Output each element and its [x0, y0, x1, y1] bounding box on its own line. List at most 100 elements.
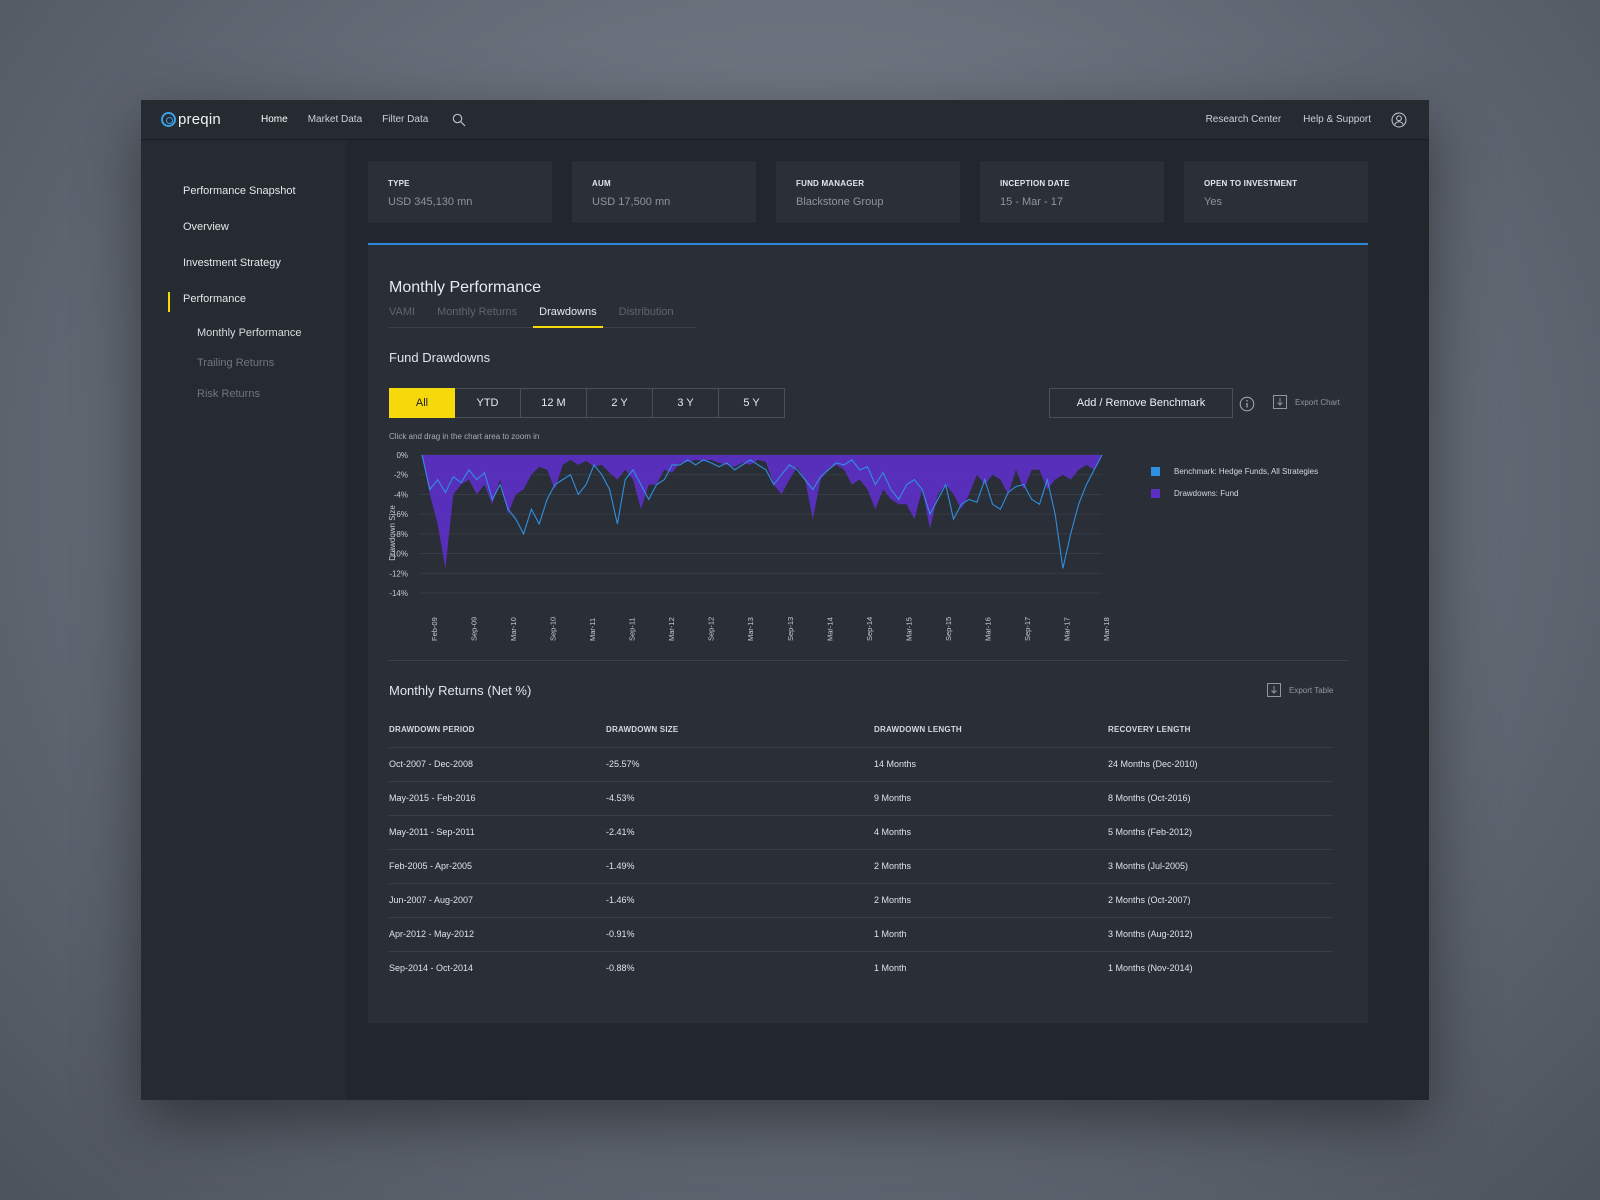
- x-tick-label: Sep-10: [549, 617, 558, 641]
- table-cell: -1.49%: [606, 849, 874, 884]
- logo[interactable]: preqin: [161, 111, 241, 128]
- info-value: USD 345,130 mn: [388, 196, 473, 208]
- drawdown-chart[interactable]: Drawdown Size 0%-2%-4%-6%-8%-10%-12%-14%…: [368, 445, 1128, 655]
- table-row: Jun-2007 - Aug-2007 -1.46% 2 Months 2 Mo…: [389, 883, 1333, 918]
- sidebar-item-investment-strategy[interactable]: Investment Strategy: [183, 257, 281, 269]
- info-card-aum: AUM USD 17,500 mn: [572, 161, 756, 223]
- drawdown-table: DRAWDOWN PERIOD DRAWDOWN SIZE DRAWDOWN L…: [389, 713, 1333, 985]
- nav-research-center[interactable]: Research Center: [1206, 114, 1282, 125]
- export-chart-button[interactable]: Export Chart: [1273, 395, 1340, 409]
- table-cell: 14 Months: [874, 747, 1108, 782]
- table-header-row: DRAWDOWN PERIOD DRAWDOWN SIZE DRAWDOWN L…: [389, 713, 1333, 748]
- nav-market-data[interactable]: Market Data: [308, 114, 362, 125]
- download-icon: [1267, 683, 1281, 697]
- nav-filter-data[interactable]: Filter Data: [382, 114, 428, 125]
- range-2y-button[interactable]: 2 Y: [587, 388, 653, 418]
- x-tick-label: Sep-15: [944, 617, 953, 641]
- column-header[interactable]: DRAWDOWN PERIOD: [389, 713, 606, 748]
- sidebar-subitem-monthly-performance[interactable]: Monthly Performance: [197, 327, 302, 339]
- info-label: AUM: [592, 179, 611, 188]
- table-cell: -0.91%: [606, 917, 874, 952]
- chart-legend: Benchmark: Hedge Funds, All Strategies D…: [1151, 467, 1318, 511]
- info-value: Yes: [1204, 196, 1222, 208]
- table-cell: 8 Months (Oct-2016): [1108, 781, 1333, 816]
- y-tick-label: -8%: [394, 530, 408, 539]
- info-card-open-to-investment: OPEN TO INVESTMENT Yes: [1184, 161, 1368, 223]
- table-cell: 1 Months (Nov-2014): [1108, 963, 1193, 974]
- table-cell: -0.88%: [606, 963, 635, 974]
- legend-swatch-fund: [1151, 489, 1160, 498]
- x-tick-label: Sep-11: [628, 617, 637, 641]
- table-row: May-2011 - Sep-2011 -2.41% 4 Months 5 Mo…: [389, 815, 1333, 850]
- brand-name: preqin: [178, 111, 221, 128]
- table-cell: 4 Months: [874, 815, 1108, 850]
- column-header[interactable]: DRAWDOWN LENGTH: [874, 713, 1108, 748]
- x-tick-label: Mar-11: [588, 618, 597, 641]
- legend-item-fund[interactable]: Drawdowns: Fund: [1151, 489, 1318, 498]
- table-cell: 2 Months: [874, 849, 1108, 884]
- table-cell: May-2015 - Feb-2016: [389, 781, 606, 816]
- range-ytd-button[interactable]: YTD: [455, 388, 521, 418]
- info-icon[interactable]: [1239, 396, 1255, 412]
- table-cell: Oct-2007 - Dec-2008: [389, 747, 606, 782]
- export-table-button[interactable]: Export Table: [1267, 683, 1333, 697]
- table-section-title: Monthly Returns (Net %): [389, 683, 532, 698]
- y-tick-label: -12%: [389, 569, 408, 578]
- range-3y-button[interactable]: 3 Y: [653, 388, 719, 418]
- column-header[interactable]: DRAWDOWN SIZE: [606, 713, 874, 748]
- table-cell: 2 Months: [874, 883, 1108, 918]
- tab-distribution[interactable]: Distribution: [619, 306, 674, 327]
- table-cell: 3 Months (Jul-2005): [1108, 849, 1333, 884]
- logo-icon: [161, 112, 176, 127]
- x-tick-label: Mar-12: [667, 617, 676, 641]
- tab-vami[interactable]: VAMI: [389, 306, 415, 327]
- x-tick-label: Sep-12: [707, 617, 716, 641]
- range-12m-button[interactable]: 12 M: [521, 388, 587, 418]
- info-value: USD 17,500 mn: [592, 196, 671, 208]
- fund-drawdown-area: [422, 455, 1102, 569]
- tab-drawdowns[interactable]: Drawdowns: [533, 306, 604, 328]
- panel-divider: [389, 660, 1347, 661]
- export-table-label: Export Table: [1289, 685, 1334, 695]
- y-tick-label: -4%: [394, 490, 408, 499]
- table-cell: -1.46%: [606, 883, 874, 918]
- sidebar-item-performance[interactable]: Performance: [183, 293, 246, 305]
- performance-tabs: VAMI Monthly Returns Drawdowns Distribut…: [389, 306, 696, 328]
- info-value: Blackstone Group: [796, 196, 884, 208]
- info-label: FUND MANAGER: [796, 179, 865, 188]
- sidebar-subitem-trailing-returns[interactable]: Trailing Returns: [197, 357, 274, 369]
- info-value: 15 - Mar - 17: [1000, 196, 1063, 208]
- info-label: OPEN TO INVESTMENT: [1204, 179, 1298, 188]
- x-tick-label: Mar-14: [825, 617, 834, 641]
- info-card-fund-manager: FUND MANAGER Blackstone Group: [776, 161, 960, 223]
- range-selector: All YTD 12 M 2 Y 3 Y 5 Y: [389, 388, 785, 418]
- top-navigation-bar: preqin Home Market Data Filter Data Rese…: [141, 100, 1429, 140]
- topbar-right-group: Research Center Help & Support: [1184, 112, 1407, 128]
- x-tick-label: Mar-17: [1062, 617, 1071, 641]
- range-5y-button[interactable]: 5 Y: [719, 388, 785, 418]
- sidebar: Performance Snapshot Overview Investment…: [141, 141, 346, 1100]
- range-all-button[interactable]: All: [389, 388, 455, 418]
- nav-home[interactable]: Home: [261, 114, 288, 125]
- table-cell: Sep-2014 - Oct-2014: [389, 963, 474, 974]
- search-icon[interactable]: [452, 112, 468, 128]
- table-cell: 5 Months (Feb-2012): [1108, 815, 1333, 850]
- sidebar-subitem-risk-returns[interactable]: Risk Returns: [197, 388, 260, 400]
- benchmark-button[interactable]: Add / Remove Benchmark: [1049, 388, 1233, 418]
- x-tick-label: Mar-18: [1102, 617, 1111, 641]
- user-icon[interactable]: [1391, 112, 1407, 128]
- sidebar-item-overview[interactable]: Overview: [183, 221, 229, 233]
- y-tick-label: -14%: [389, 589, 408, 598]
- export-chart-label: Export Chart: [1295, 397, 1340, 407]
- sidebar-item-performance-snapshot[interactable]: Performance Snapshot: [183, 185, 296, 197]
- column-header[interactable]: RECOVERY LENGTH: [1108, 713, 1333, 748]
- info-label: INCEPTION DATE: [1000, 179, 1070, 188]
- x-tick-label: Sep-14: [865, 617, 874, 641]
- y-tick-label: -6%: [394, 510, 408, 519]
- table-cell: 1 Month: [874, 963, 907, 974]
- info-label: TYPE: [388, 179, 410, 188]
- tab-monthly-returns[interactable]: Monthly Returns: [437, 306, 517, 327]
- table-cell: May-2011 - Sep-2011: [389, 815, 606, 850]
- legend-item-benchmark[interactable]: Benchmark: Hedge Funds, All Strategies: [1151, 467, 1318, 476]
- nav-help-support[interactable]: Help & Support: [1303, 114, 1371, 125]
